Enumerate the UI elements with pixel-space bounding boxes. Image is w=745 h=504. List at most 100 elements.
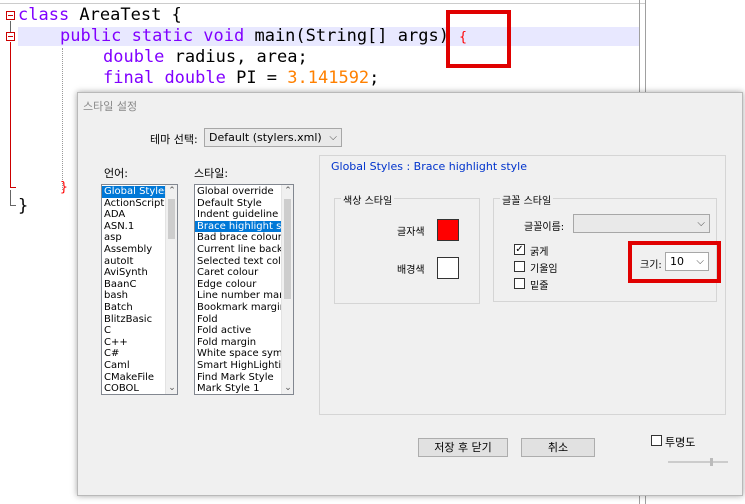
language-item[interactable]: Assembly xyxy=(102,244,165,256)
color-group-title: 색상 스타일 xyxy=(341,192,395,207)
theme-select-value: Default (stylers.xml) xyxy=(209,131,322,144)
code-text: ; xyxy=(369,68,380,88)
transparency-slider-thumb[interactable] xyxy=(710,458,713,466)
style-item[interactable]: Selected text colour xyxy=(195,256,281,268)
underline-label: 밑줄 xyxy=(530,281,549,292)
panel-title: Global Styles : Brace highlight style xyxy=(331,160,528,173)
keyword-double: double xyxy=(103,47,165,67)
style-item[interactable]: Brace highlight style xyxy=(195,220,281,233)
color-style-group: 색상 스타일 글자색 배경색 xyxy=(334,192,480,304)
style-item[interactable]: Bookmark margin xyxy=(195,302,281,314)
style-item[interactable]: Bad brace colour xyxy=(195,232,281,244)
style-properties-panel: Global Styles : Brace highlight style 색상… xyxy=(319,155,726,415)
italic-label: 기울임 xyxy=(530,264,558,275)
style-configurator-dialog: 스타일 설정 테마 선택: Default (stylers.xml) ⌵ 언어… xyxy=(77,92,743,496)
style-item[interactable]: Edge colour xyxy=(195,279,281,291)
language-item[interactable]: autoIt xyxy=(102,256,165,268)
theme-label: 테마 선택: xyxy=(150,133,198,146)
style-item[interactable]: Current line background xyxy=(195,244,281,256)
code-text: radius, area; xyxy=(164,47,308,67)
language-item[interactable]: ASN.1 xyxy=(102,221,165,233)
language-list[interactable]: Global Styles ActionScript ADA ASN.1 asp Asse… xyxy=(101,184,178,395)
code-line-2[interactable]: public static void main(String[] args) { xyxy=(60,26,467,48)
style-item[interactable]: Global override xyxy=(195,186,281,198)
scroll-thumb[interactable] xyxy=(284,199,291,299)
save-close-button[interactable]: 저장 후 닫기 xyxy=(418,438,508,457)
transparency-slider[interactable] xyxy=(668,461,728,463)
fold-line-outer xyxy=(10,21,11,32)
annotation-box-brace xyxy=(446,10,511,68)
fold-end-mark xyxy=(10,187,16,188)
language-item[interactable]: CMakeFile xyxy=(102,372,165,384)
bold-label: 굵게 xyxy=(530,247,549,258)
keyword-double: double xyxy=(164,68,226,88)
italic-checkbox[interactable] xyxy=(514,261,525,272)
annotation-box-size xyxy=(628,241,721,283)
font-name-select[interactable]: ⌵ xyxy=(573,214,710,233)
cancel-button[interactable]: 취소 xyxy=(521,438,595,457)
style-list[interactable]: Global override Default Style Indent guide… xyxy=(194,184,294,395)
scroll-thumb[interactable] xyxy=(168,199,175,239)
language-item[interactable]: COBOL xyxy=(102,383,165,394)
language-item[interactable]: asp xyxy=(102,232,165,244)
fold-end-mark xyxy=(10,205,16,206)
style-label: 스타일: xyxy=(194,167,229,180)
language-item[interactable]: C xyxy=(102,325,165,337)
style-item[interactable]: Default Style xyxy=(195,198,281,210)
language-item[interactable]: ActionScript xyxy=(102,198,165,210)
style-item[interactable]: White space symbol xyxy=(195,348,281,360)
style-item[interactable]: Line number margin xyxy=(195,290,281,302)
fold-collapse-icon[interactable] xyxy=(6,32,15,41)
language-item[interactable]: C++ xyxy=(102,337,165,349)
code-line-3[interactable]: double radius, area; xyxy=(103,47,308,68)
keyword-modifiers: public static void xyxy=(60,26,245,46)
number-literal: 3.141592 xyxy=(287,68,370,88)
style-item[interactable]: Mark Style 1 xyxy=(195,383,281,394)
language-label: 언어: xyxy=(104,167,128,180)
language-item[interactable]: Caml xyxy=(102,360,165,372)
transparency-checkbox[interactable] xyxy=(651,435,662,446)
language-item[interactable]: C# xyxy=(102,348,165,360)
style-item[interactable]: Fold margin xyxy=(195,337,281,349)
bold-checkbox[interactable]: ✓ xyxy=(514,244,525,255)
language-item[interactable]: AviSynth xyxy=(102,267,165,279)
scroll-down-icon[interactable]: ⌄ xyxy=(282,382,293,394)
theme-select[interactable]: Default (stylers.xml) ⌵ xyxy=(204,128,342,147)
keyword-class: class xyxy=(18,5,70,25)
style-item[interactable]: Indent guideline style xyxy=(195,209,281,221)
language-item[interactable]: ADA xyxy=(102,209,165,221)
fold-line-outer xyxy=(10,190,11,205)
dialog-title: 스타일 설정 xyxy=(83,100,138,113)
closing-brace-inner: } xyxy=(60,180,68,195)
font-name-label: 글꼴이름: xyxy=(524,222,565,233)
fg-color-swatch[interactable] xyxy=(437,219,459,241)
chevron-down-icon: ⌵ xyxy=(697,218,705,229)
editor-top-border xyxy=(0,0,646,4)
scroll-up-icon[interactable]: ⌃ xyxy=(282,185,293,197)
style-item[interactable]: Smart HighLighting xyxy=(195,360,281,372)
language-item[interactable]: BlitzBasic xyxy=(102,314,165,326)
underline-checkbox[interactable] xyxy=(514,278,525,289)
code-text: PI = xyxy=(225,68,288,88)
scroll-down-icon[interactable]: ⌄ xyxy=(166,382,177,394)
language-item[interactable]: Global Styles xyxy=(102,186,165,198)
code-line-4[interactable]: final double PI = 3.141592; xyxy=(103,68,379,89)
language-item[interactable]: bash xyxy=(102,290,165,302)
style-item[interactable]: Caret colour xyxy=(195,267,281,279)
bg-color-swatch[interactable] xyxy=(437,257,459,279)
style-item[interactable]: Fold xyxy=(195,314,281,326)
fg-color-label: 글자색 xyxy=(397,227,425,238)
code-line-1[interactable]: class AreaTest { xyxy=(18,5,182,26)
language-item[interactable]: BaanC xyxy=(102,279,165,291)
style-item[interactable]: Find Mark Style xyxy=(195,372,281,384)
fold-collapse-icon[interactable] xyxy=(6,11,15,20)
style-item[interactable]: Fold active xyxy=(195,325,281,337)
code-text: AreaTest { xyxy=(69,5,182,25)
scroll-up-icon[interactable]: ⌃ xyxy=(166,185,177,197)
indent-guide xyxy=(62,48,63,190)
transparency-label: 투명도 xyxy=(665,436,696,449)
bg-color-label: 배경색 xyxy=(397,265,425,276)
language-item[interactable]: Batch xyxy=(102,302,165,314)
style-list-scrollbar[interactable]: ⌃ ⌄ xyxy=(281,185,293,394)
language-list-scrollbar[interactable]: ⌃ ⌄ xyxy=(165,185,177,394)
